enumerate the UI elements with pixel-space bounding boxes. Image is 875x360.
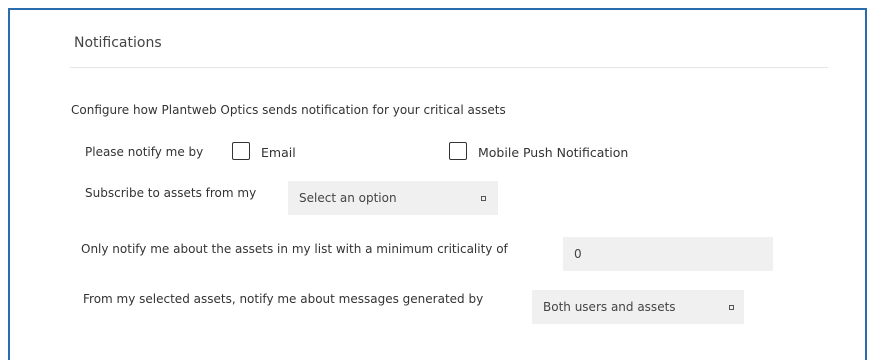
subscribe-assets-select[interactable]: Select an option — [288, 181, 498, 215]
mobile-push-checkbox[interactable] — [449, 142, 467, 160]
mobile-push-checkbox-label[interactable]: Mobile Push Notification — [478, 145, 628, 160]
section-title: Notifications — [74, 35, 162, 51]
dropdown-caret-icon — [481, 196, 486, 201]
generated-by-label: From my selected assets, notify me about… — [83, 292, 484, 306]
min-criticality-label: Only notify me about the assets in my li… — [81, 242, 508, 256]
divider — [70, 67, 828, 68]
subscribe-assets-value: Select an option — [299, 191, 397, 205]
section-description: Configure how Plantweb Optics sends noti… — [71, 103, 506, 117]
dropdown-caret-icon — [729, 305, 734, 310]
email-checkbox-label[interactable]: Email — [261, 145, 296, 160]
generated-by-select[interactable]: Both users and assets — [532, 290, 744, 324]
notify-by-label: Please notify me by — [85, 145, 204, 159]
subscribe-assets-label: Subscribe to assets from my — [85, 186, 257, 200]
min-criticality-input[interactable] — [563, 237, 773, 271]
generated-by-value: Both users and assets — [543, 300, 676, 314]
email-checkbox[interactable] — [232, 142, 250, 160]
